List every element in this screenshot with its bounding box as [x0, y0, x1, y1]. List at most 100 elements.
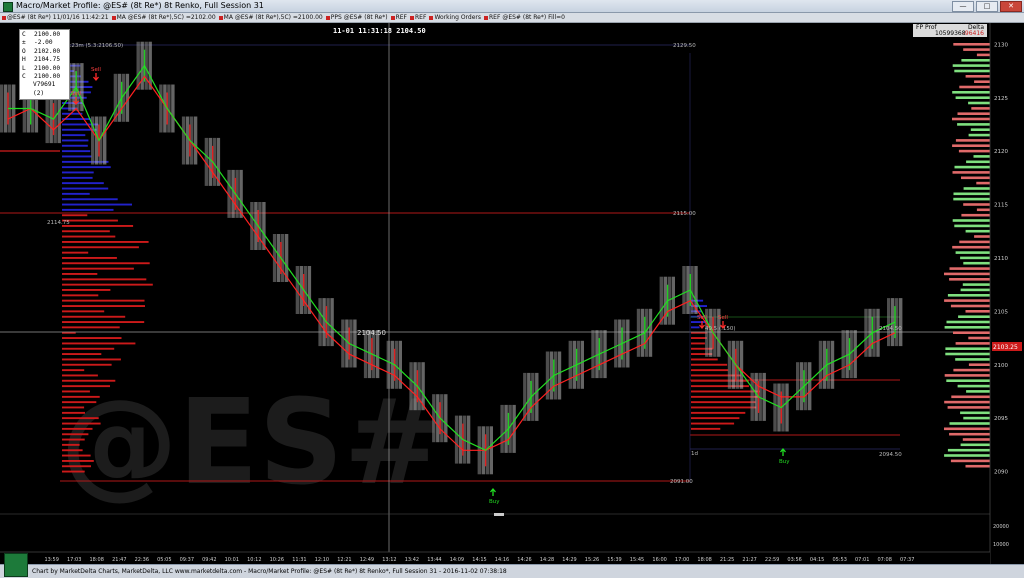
footprint-bar	[952, 245, 990, 249]
study-item[interactable]: MA @ES# (8t Re*),5C) =2102.00	[111, 14, 216, 21]
renko-brick	[671, 276, 675, 325]
time-axis-label: 09:42	[202, 557, 216, 563]
footprint-bar	[945, 347, 990, 350]
study-item[interactable]: PPS @ES# (8t Re*)	[325, 14, 388, 21]
time-axis-label: 21:47	[112, 557, 126, 563]
footprint-bar	[968, 101, 990, 105]
profile-bar	[62, 257, 117, 259]
footprint-bar	[963, 416, 990, 420]
profile-bar	[62, 417, 99, 420]
renko-brick	[731, 340, 736, 389]
minimize-button[interactable]: —	[952, 1, 974, 12]
footprint-bar	[954, 165, 990, 169]
footprint-bar	[957, 384, 990, 388]
footprint-bar	[944, 299, 990, 302]
close-button[interactable]: ✕	[1000, 1, 1022, 12]
price-axis-label: 2105	[994, 309, 1008, 315]
profile-bar	[62, 182, 104, 185]
top-left-note: 1:23m (5.3:2106.50)	[66, 43, 123, 49]
renko-brick	[345, 319, 349, 368]
renko-brick	[899, 298, 903, 347]
profile-bar	[691, 337, 707, 339]
footprint-bar	[963, 261, 990, 265]
footprint-bar	[966, 160, 990, 164]
study-item[interactable]: REF	[390, 14, 407, 21]
footprint-bar	[952, 171, 990, 174]
profile-bar	[62, 422, 101, 425]
profile-bar	[691, 390, 760, 393]
time-axis-label: 22:59	[765, 557, 779, 563]
footprint-bar	[953, 192, 990, 196]
footprint-bar	[952, 144, 990, 147]
footprint-bar	[944, 272, 990, 276]
profile-bar	[62, 230, 110, 233]
profile-bar	[62, 198, 118, 201]
renko-brick	[626, 319, 630, 368]
profile-bar	[691, 326, 700, 329]
renko-brick	[458, 415, 463, 464]
profile-bar	[62, 171, 94, 174]
time-axis-label: 09:37	[180, 557, 194, 563]
buy-signal: Buy	[489, 487, 500, 505]
profile-bar	[62, 166, 111, 169]
price-axis-label: 2095	[994, 416, 1008, 422]
renko-brick	[500, 404, 504, 453]
study-item[interactable]: @ES# (8t Re*) 11/01/16 11:42:21	[2, 14, 109, 21]
time-axis-label: 22:36	[135, 557, 149, 563]
app-icon	[3, 2, 13, 12]
profile-bar	[691, 369, 729, 372]
study-item[interactable]: REF @ES# (8t Re*) Fill=0	[484, 14, 565, 21]
price-axis-label: 2100	[994, 363, 1008, 369]
renko-brick	[276, 234, 281, 282]
level-label-2115: 2115.00	[673, 211, 696, 217]
footprint-bar	[974, 235, 990, 238]
buy-signal: Buy	[779, 447, 790, 465]
maximize-button[interactable]: □	[976, 1, 998, 12]
renko-brick	[535, 372, 539, 421]
profile-bar	[62, 390, 90, 393]
renko-brick	[841, 330, 845, 379]
svg-text:Buy: Buy	[779, 459, 790, 465]
footprint-bar	[954, 224, 990, 228]
renko-brick	[636, 308, 641, 357]
profile-bar	[62, 465, 91, 468]
price-axis-label: 2115	[994, 203, 1008, 209]
renko-brick	[45, 95, 49, 144]
renko-brick	[163, 84, 167, 133]
footprint-bar	[962, 283, 990, 286]
scroll-marker[interactable]	[494, 513, 504, 516]
footprint-bar	[976, 53, 990, 57]
symbol-watermark: @ES#	[60, 373, 442, 511]
study-item[interactable]: MA @ES# (8t Re*),5C) =2100.00	[218, 14, 323, 21]
renko-brick	[504, 404, 508, 453]
footprint-bar	[944, 374, 990, 377]
time-axis-label: 14:28	[540, 557, 554, 563]
time-axis-label: 12:49	[360, 557, 374, 563]
level-label-2104: 2104.50	[879, 326, 902, 332]
marketdelta-logo-icon	[4, 553, 28, 577]
profile-bar	[62, 379, 116, 382]
footprint-bar	[960, 288, 990, 292]
footprint-bar	[946, 320, 990, 324]
status-text: Chart by MarketDelta Charts, MarketDelta…	[32, 568, 507, 575]
renko-brick	[739, 340, 744, 389]
profile-bar	[62, 385, 110, 388]
mid-note: 49.5 (.150)	[705, 326, 736, 332]
profile-bar	[62, 235, 116, 238]
time-axis-label: 14:26	[517, 557, 531, 563]
study-item[interactable]: REF	[410, 14, 426, 21]
footprint-bar	[950, 459, 990, 463]
profile-bar	[62, 454, 91, 457]
study-item[interactable]: Working Orders	[429, 14, 481, 21]
svg-text:Sell: Sell	[718, 315, 728, 321]
renko-brick	[171, 84, 175, 133]
level-label-2114: 2114.75	[47, 220, 70, 226]
price-chart[interactable]: @ES# 2129.50 2115.00 2114.75 2091.00 209…	[0, 23, 1024, 564]
renko-brick	[4, 84, 8, 133]
footprint-bar	[947, 406, 990, 409]
svg-text:Sell: Sell	[71, 91, 81, 97]
up-arrow-icon	[780, 447, 786, 456]
ohlc-data-box: C 2100.00 ± -2.00 O 2102.00 H 2104.75 L 2100.…	[19, 29, 70, 101]
price-axis-label: 2110	[994, 256, 1008, 262]
profile-bar	[62, 406, 85, 409]
